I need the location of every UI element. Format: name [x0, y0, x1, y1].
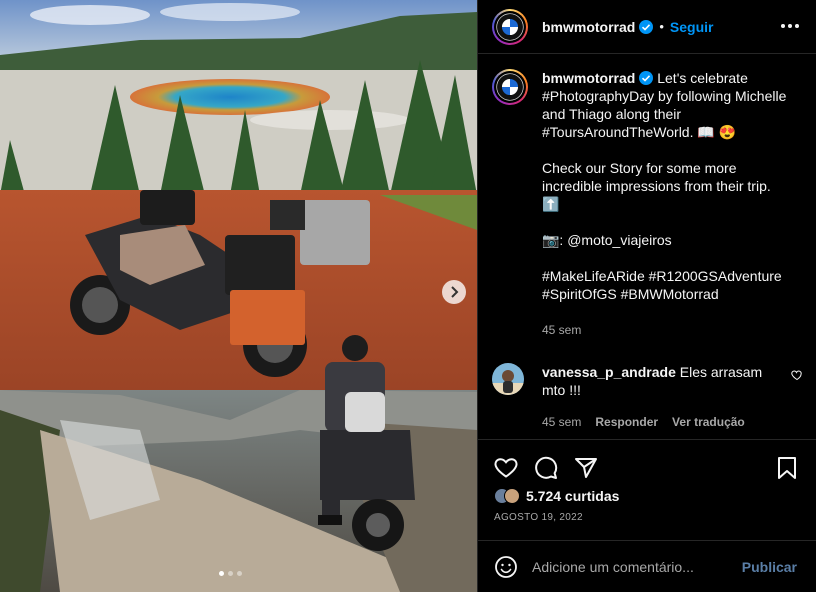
separator: •	[659, 19, 664, 34]
comment-icon[interactable]	[534, 456, 558, 480]
comment-input[interactable]	[532, 558, 742, 575]
more-icon[interactable]	[779, 15, 801, 37]
likes-row[interactable]: 5.724 curtidas	[494, 488, 619, 504]
verified-icon	[639, 71, 654, 85]
comment-username[interactable]: vanessa_p_andrade	[542, 364, 676, 380]
carousel-dot	[228, 571, 233, 576]
translate-button[interactable]: Ver tradução	[672, 413, 745, 431]
avatar[interactable]	[492, 363, 524, 395]
caption-text: bmwmotorrad Let's celebrate #Photography…	[542, 69, 792, 363]
avatar[interactable]	[492, 8, 528, 45]
carousel-dot	[219, 571, 224, 576]
comment-time: 45 sem	[542, 415, 582, 429]
post-header: bmwmotorrad • Seguir	[478, 0, 816, 54]
follow-button[interactable]: Seguir	[670, 19, 714, 35]
caption-paragraph: Check our Story for some more incredible…	[542, 160, 771, 212]
likes-count[interactable]: 5.724 curtidas	[526, 488, 619, 504]
emoji-icon[interactable]	[494, 555, 518, 579]
carousel-next-button[interactable]	[442, 280, 466, 304]
avatar[interactable]	[492, 69, 528, 105]
post-panel: bmwmotorrad • Seguir bmwmotorrad Let's c…	[477, 0, 816, 592]
reply-button[interactable]: Responder	[595, 413, 658, 431]
post-actions: 5.724 curtidas AGOSTO 19, 2022	[478, 439, 816, 540]
commenter-photo	[492, 363, 524, 395]
liker-avatars	[494, 488, 520, 504]
username[interactable]: bmwmotorrad	[542, 19, 635, 35]
comment: vanessa_p_andrade Eles arrasam mto !!! 4…	[492, 363, 803, 431]
bmw-logo	[496, 73, 524, 101]
comments-section[interactable]: bmwmotorrad Let's celebrate #Photography…	[478, 55, 816, 439]
caption-username[interactable]: bmwmotorrad	[542, 70, 635, 86]
bookmark-icon[interactable]	[777, 456, 797, 480]
post-date: AGOSTO 19, 2022	[494, 512, 583, 523]
post-photo	[0, 0, 477, 592]
chevron-right-icon	[451, 286, 459, 298]
avatar	[504, 488, 520, 504]
add-comment-bar: Publicar	[478, 540, 816, 592]
caption-paragraph: 📷: @moto_viajeiros	[542, 232, 672, 248]
post-media[interactable]	[0, 0, 477, 592]
share-icon[interactable]	[574, 456, 598, 480]
heart-icon[interactable]	[791, 369, 803, 381]
caption: bmwmotorrad Let's celebrate #Photography…	[492, 69, 803, 363]
carousel-indicator	[219, 571, 242, 576]
caption-hashtags: #MakeLifeARide #R1200GSAdventure #Spirit…	[542, 268, 782, 302]
caption-time: 45 sem	[542, 323, 582, 337]
carousel-dot	[237, 571, 242, 576]
verified-icon	[639, 19, 654, 34]
publish-button[interactable]: Publicar	[742, 559, 797, 575]
heart-icon[interactable]	[494, 456, 518, 480]
bmw-logo	[496, 12, 524, 41]
